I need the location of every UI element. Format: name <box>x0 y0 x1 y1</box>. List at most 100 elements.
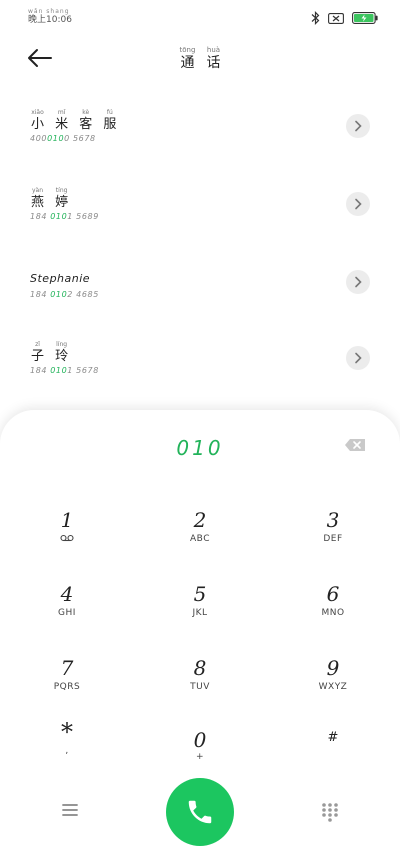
name-char: yàn 燕 <box>31 186 44 211</box>
key-digit: 3 <box>326 508 340 532</box>
keypad-key-6[interactable]: 6 MNO <box>278 582 388 642</box>
page-title: tōng 通 huà 话 <box>0 46 400 71</box>
name-char: zǐ 子 <box>31 340 44 365</box>
key-digit: * <box>61 718 73 746</box>
status-time-block: wǎn shang 晚上10:06 <box>28 8 72 26</box>
name-char: tíng 婷 <box>55 186 68 211</box>
contact-name: zǐ 子 líng 玲 <box>28 340 71 365</box>
dial-panel: 010 1 2 ABC 3 DEF 4 GHI 5 JKL 6 MNO 7 PQ… <box>0 410 400 866</box>
backspace-button[interactable] <box>344 438 366 452</box>
key-digit: 2 <box>193 508 207 532</box>
key-letters: PQRS <box>53 682 81 692</box>
keypad-key-4[interactable]: 4 GHI <box>12 582 122 642</box>
voicemail-icon <box>60 534 74 542</box>
contact-row[interactable]: xiǎo 小 mǐ 米 kè 客 fú 服 4000100 5678 <box>0 108 400 178</box>
contact-number: 184 0101 5689 <box>30 212 99 221</box>
number-match: 010 <box>50 290 68 299</box>
contact-detail-button[interactable] <box>346 346 370 370</box>
name-pinyin: mǐ <box>57 109 66 116</box>
name-pinyin: tíng <box>55 187 68 194</box>
key-digit: 8 <box>193 656 207 680</box>
status-time-ruby: wǎn shang <box>28 8 70 15</box>
key-letters: ABC <box>190 534 210 544</box>
key-digit: # <box>327 730 339 745</box>
phone-icon <box>188 800 212 824</box>
number-suffix: 1 5678 <box>67 366 99 375</box>
dial-number-input[interactable]: 010 <box>0 436 400 460</box>
name-char: xiǎo 小 <box>31 108 44 133</box>
name-hanzi: 子 <box>31 349 45 364</box>
key-letters: GHI <box>58 608 76 618</box>
keypad-key-2[interactable]: 2 ABC <box>145 508 255 568</box>
name-pinyin: líng <box>56 341 68 348</box>
contact-row[interactable]: yàn 燕 tíng 婷 184 0101 5689 <box>0 186 400 256</box>
name-pinyin: kè <box>82 109 90 116</box>
number-match: 010 <box>50 366 68 375</box>
name-pinyin: zǐ <box>35 341 40 348</box>
contact-row[interactable]: zǐ 子 líng 玲 184 0101 5678 <box>0 340 400 410</box>
title-hanzi: 通 <box>180 55 195 71</box>
contact-name: xiǎo 小 mǐ 米 kè 客 fú 服 <box>28 108 119 133</box>
number-prefix: 184 <box>30 212 51 221</box>
name-pinyin: yàn <box>31 187 44 194</box>
status-icons <box>311 11 378 25</box>
menu-icon[interactable] <box>60 802 80 818</box>
contact-number: 4000100 5678 <box>30 134 96 143</box>
number-suffix: 1 5689 <box>67 212 99 221</box>
chevron-right-icon <box>355 120 362 132</box>
battery-charging-icon <box>352 12 378 24</box>
key-letters: DEF <box>323 534 343 544</box>
key-letters: TUV <box>190 682 210 692</box>
title-pinyin: huà <box>206 46 221 54</box>
contact-number: 184 0101 5678 <box>30 366 99 375</box>
number-match: 010 <box>47 134 65 143</box>
key-digit: 9 <box>326 656 340 680</box>
name-hanzi: 客 <box>79 117 93 132</box>
number-match: 010 <box>50 212 68 221</box>
name-pinyin: fú <box>106 109 113 116</box>
key-digit: 4 <box>60 582 74 606</box>
keypad-key-9[interactable]: 9 WXYZ <box>278 656 388 716</box>
title-char: huà 话 <box>207 46 221 71</box>
name-char: líng 玲 <box>55 340 68 365</box>
number-suffix: 2 4685 <box>67 290 99 299</box>
name-hanzi: 燕 <box>31 195 45 210</box>
contact-detail-button[interactable] <box>346 114 370 138</box>
keypad-key-3[interactable]: 3 DEF <box>278 508 388 568</box>
contact-name: Stephanie <box>30 272 91 285</box>
key-digit: 1 <box>60 508 74 532</box>
chevron-right-icon <box>355 198 362 210</box>
dialpad-icon[interactable] <box>320 802 340 822</box>
key-letters: , <box>65 746 69 756</box>
key-letters: JKL <box>192 608 208 618</box>
name-char: fú 服 <box>103 108 116 133</box>
keypad-key-5[interactable]: 5 JKL <box>145 582 255 642</box>
title-char: tōng 通 <box>179 46 195 71</box>
contact-detail-button[interactable] <box>346 270 370 294</box>
contact-name: yàn 燕 tíng 婷 <box>28 186 71 211</box>
key-digit: 5 <box>193 582 207 606</box>
key-digit: 6 <box>326 582 340 606</box>
contact-number: 184 0102 4685 <box>30 290 99 299</box>
number-prefix: 184 <box>30 290 51 299</box>
key-digit: 0 <box>193 728 207 752</box>
contact-row[interactable]: Stephanie 184 0102 4685 <box>0 264 400 334</box>
name-char: kè 客 <box>79 108 92 133</box>
title-pinyin: tōng <box>179 46 196 54</box>
title-hanzi: 话 <box>206 55 221 71</box>
dialer-bottom-bar <box>0 760 400 850</box>
name-hanzi: 婷 <box>55 195 69 210</box>
number-prefix: 400 <box>30 134 48 143</box>
chevron-right-icon <box>355 276 362 288</box>
keypad-key-8[interactable]: 8 TUV <box>145 656 255 716</box>
keypad-key-1[interactable]: 1 <box>12 508 122 568</box>
name-hanzi: 服 <box>103 117 117 132</box>
status-time: 晚上10:06 <box>28 15 72 25</box>
call-button[interactable] <box>166 778 234 846</box>
contact-detail-button[interactable] <box>346 192 370 216</box>
key-letters: MNO <box>321 608 345 618</box>
name-hanzi: 小 <box>31 117 45 132</box>
status-bar: wǎn shang 晚上10:06 <box>0 0 400 40</box>
keypad-key-7[interactable]: 7 PQRS <box>12 656 122 716</box>
chevron-right-icon <box>355 352 362 364</box>
